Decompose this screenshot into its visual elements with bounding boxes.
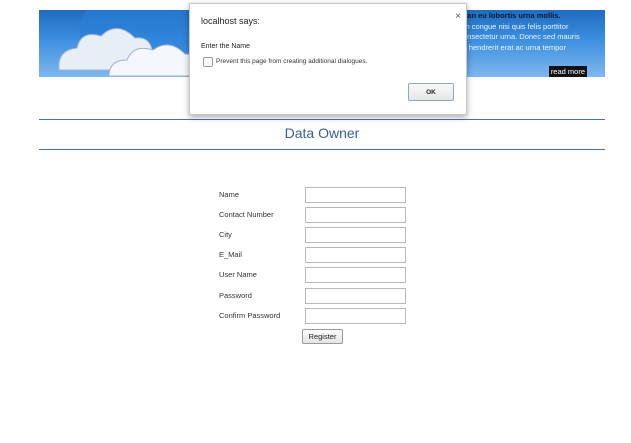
password-input[interactable] <box>305 288 406 304</box>
prevent-dialogs-checkbox[interactable] <box>203 57 213 67</box>
name-input[interactable] <box>305 187 406 203</box>
email-label: E_Mail <box>219 250 242 259</box>
title-rule-bottom <box>39 149 605 150</box>
banner-text-line: rn congue nisi quis felis porttitor <box>463 21 569 31</box>
name-label: Name <box>219 190 240 199</box>
close-icon[interactable]: × <box>455 11 461 22</box>
contact-number-label: Contact Number <box>219 210 274 219</box>
dialog-message: Enter the Name <box>201 43 251 50</box>
banner-text-line: s hendrerit erat ac urna tempor <box>463 42 566 52</box>
city-label: City <box>219 230 232 239</box>
register-button[interactable]: Register <box>302 329 343 344</box>
banner-text-block: san eu lobortis urna mollis. rn congue n… <box>463 11 603 53</box>
confirm-password-input[interactable] <box>305 308 406 324</box>
password-label: Password <box>219 291 252 300</box>
city-input[interactable] <box>305 227 406 243</box>
confirm-password-label: Confirm Password <box>219 311 281 320</box>
dialog-title: localhost says: <box>201 16 261 26</box>
user-name-input[interactable] <box>305 267 406 283</box>
alert-dialog: localhost says: × Enter the Name Prevent… <box>189 3 467 115</box>
ok-button[interactable]: OK <box>408 83 454 101</box>
title-rule-top <box>39 119 605 120</box>
read-more-link[interactable]: read more <box>548 66 587 77</box>
prevent-dialogs-label[interactable]: Prevent this page from creating addition… <box>216 58 367 65</box>
page-title: Data Owner <box>284 125 360 141</box>
banner-text-line: san eu lobortis urna mollis. <box>463 11 561 20</box>
contact-number-input[interactable] <box>305 207 406 223</box>
user-name-label: User Name <box>219 270 257 279</box>
banner-text-line: onsectetur urna. Donec sed mauris <box>463 32 580 41</box>
email-input[interactable] <box>305 247 406 263</box>
